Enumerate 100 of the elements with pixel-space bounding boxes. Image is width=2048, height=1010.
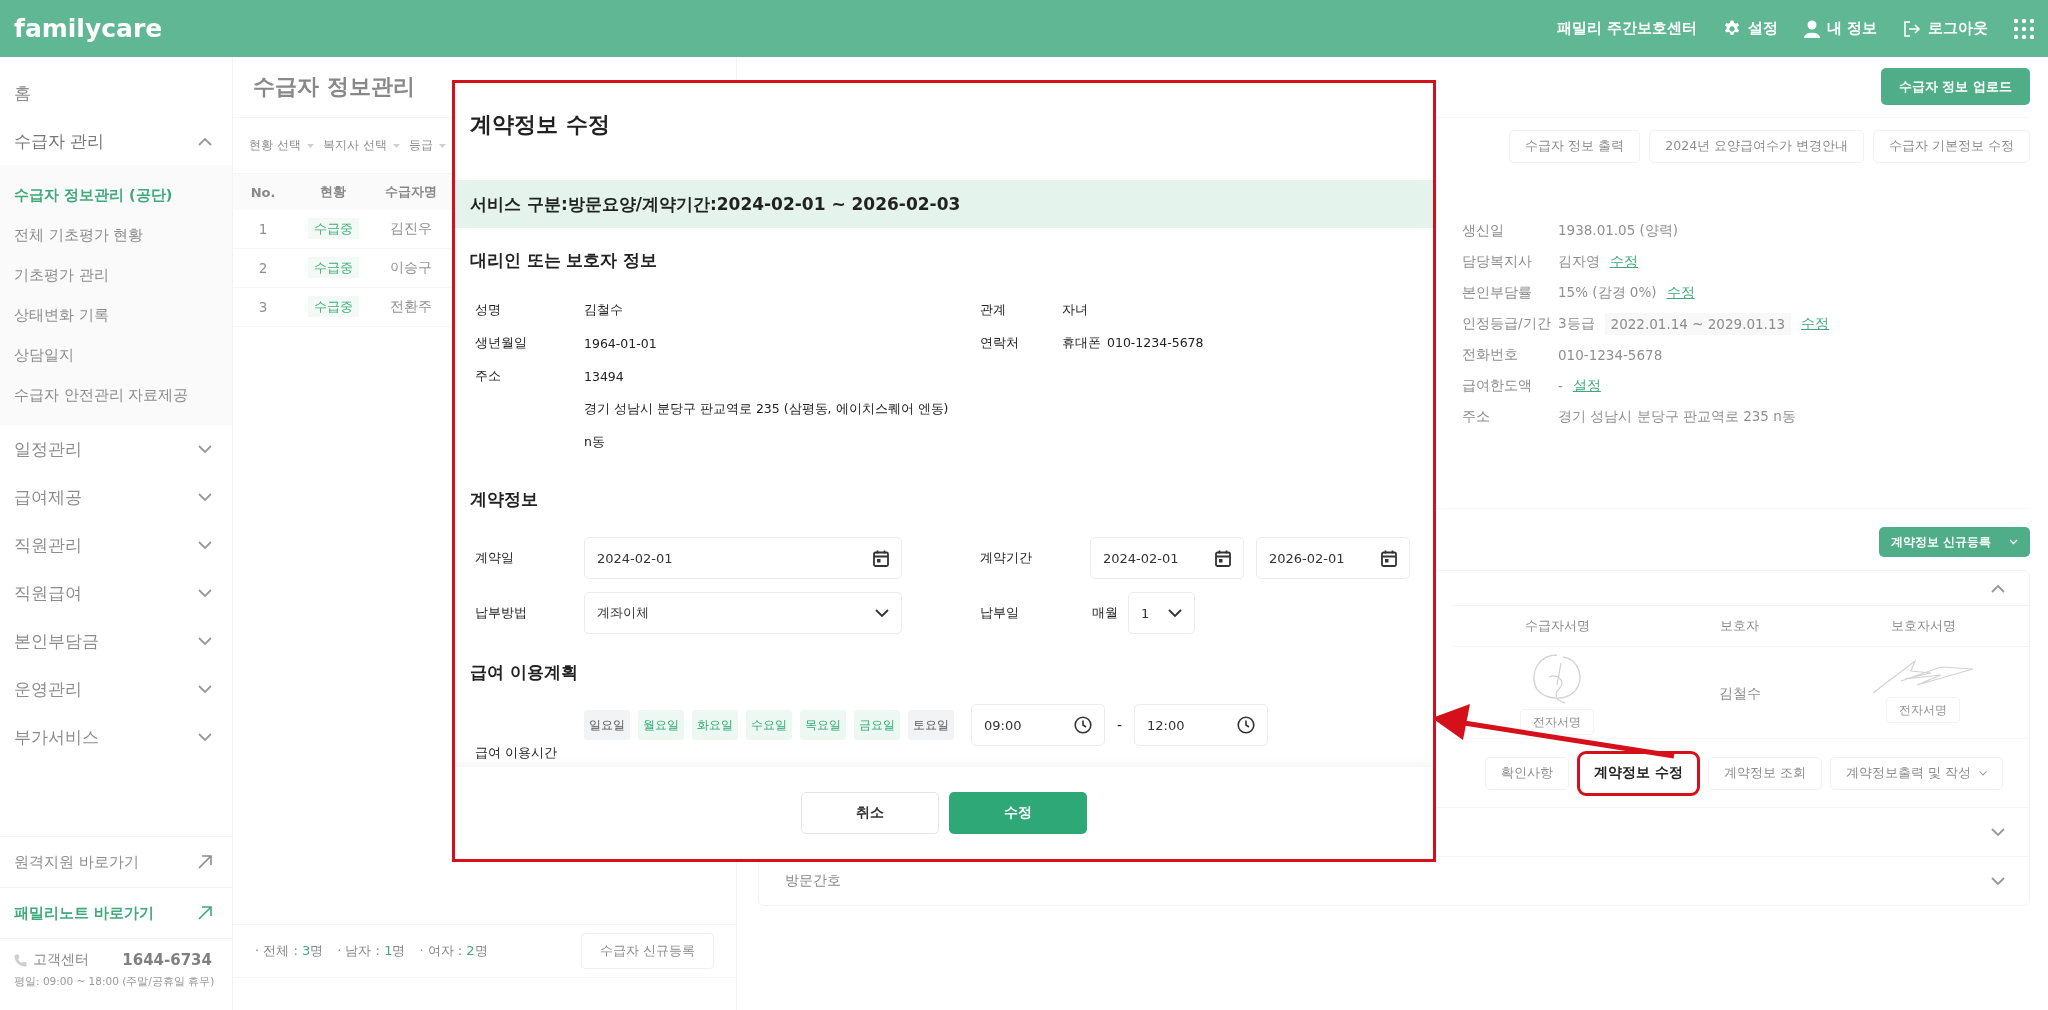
edit-link[interactable]: 수정 — [1610, 252, 1638, 271]
support-hours: 평일: 09:00 ~ 18:00 (주말/공휴일 휴무) — [14, 975, 216, 989]
nav-subitem[interactable]: 수급자 정보관리 (공단) — [0, 175, 232, 215]
e-signature-button[interactable]: 전자서명 — [1886, 697, 1960, 723]
nav-item[interactable]: 홈 — [0, 69, 232, 117]
nav-group[interactable]: 일정관리 — [0, 425, 232, 473]
info-label: 생신일 — [1462, 221, 1505, 240]
dropdown-button[interactable]: 계약정보출력 및 작성 — [1830, 756, 2003, 790]
support-phone: 1644-6734 — [122, 951, 212, 969]
e-signature-button[interactable]: 전자서명 — [1520, 709, 1594, 735]
caret-down-icon — [392, 143, 400, 148]
header-link[interactable]: 내 정보 — [1803, 19, 1877, 38]
nav-group[interactable]: 본인부담금 — [0, 617, 232, 665]
info-value: 3등급 — [1558, 314, 1595, 333]
field-value: 13494 — [584, 369, 624, 384]
calendar-icon[interactable] — [1215, 549, 1231, 567]
day-chip[interactable]: 일요일 — [584, 710, 630, 740]
clock-icon[interactable] — [1237, 716, 1256, 734]
field-value: 1964-01-01 — [584, 336, 658, 351]
nav-group[interactable]: 수급자 관리 — [0, 117, 232, 165]
day-chip[interactable]: 수요일 — [746, 710, 792, 740]
shortcut-link[interactable]: 원격지원 바로가기 — [0, 836, 232, 887]
external-arrow-icon — [198, 906, 212, 920]
nav-subitem[interactable]: 전체 기초평가 현황 — [0, 215, 232, 255]
info-label: 담당복지사 — [1462, 252, 1533, 271]
chevron-down-icon — [1991, 827, 2005, 837]
chevron-up-icon — [198, 136, 212, 146]
info-value: 경기 성남시 분당구 판교역로 235 n동 — [1558, 407, 1796, 426]
day-chip[interactable]: 월요일 — [638, 710, 684, 740]
phone-type: 휴대폰 — [1062, 335, 1101, 352]
calendar-icon[interactable] — [873, 549, 889, 567]
nav-subitem[interactable]: 기초평가 관리 — [0, 255, 232, 295]
header-link[interactable]: 로그아웃 — [1903, 19, 1988, 38]
nav-subitem[interactable]: 상태변화 기록 — [0, 295, 232, 335]
edit-link[interactable]: 수정 — [1666, 283, 1695, 302]
field-value: 김철수 — [584, 302, 624, 319]
section-title: 급여 이용계획 — [469, 662, 579, 684]
calendar-icon[interactable] — [1381, 549, 1397, 567]
day-chip[interactable]: 화요일 — [692, 710, 738, 740]
info-value: - — [1558, 377, 1563, 394]
register-button[interactable]: 수급자 신규등록 — [581, 933, 714, 969]
user-icon — [1803, 19, 1820, 38]
table-cell-text: 3 — [257, 299, 269, 315]
logo[interactable]: familycare — [14, 14, 163, 43]
field-value: 자녀 — [1062, 302, 1088, 319]
cancel-button[interactable]: 취소 — [801, 792, 939, 834]
time-field[interactable]: 09:00 — [971, 704, 1105, 746]
nav-group[interactable]: 직원관리 — [0, 521, 232, 569]
header-link[interactable]: 설정 — [1722, 19, 1778, 38]
field-label: 연락처 — [980, 335, 1019, 350]
date-field[interactable]: 2024-02-01 — [584, 537, 902, 579]
field-value: n동 — [584, 434, 605, 449]
filter-dropdown[interactable]: 현황 선택 — [249, 137, 314, 154]
day-chip[interactable]: 금요일 — [854, 710, 900, 740]
select-field[interactable]: 계좌이체 — [584, 592, 902, 634]
nav-group[interactable]: 직원급여 — [0, 569, 232, 617]
day-chip[interactable]: 토요일 — [908, 710, 954, 740]
action-button[interactable]: 계약정보 조회 — [1708, 756, 1823, 790]
select-field[interactable]: 1 — [1128, 592, 1195, 634]
support-label: 고객센터 — [33, 951, 89, 969]
action-button[interactable]: 수급자 정보 출력 — [1509, 130, 1641, 163]
info-value: 010-1234-5678 — [1558, 346, 1663, 363]
info-label: 급여한도액 — [1462, 376, 1533, 395]
range-separator: - — [1117, 717, 1123, 733]
edit-link[interactable]: 수정 — [1801, 314, 1830, 333]
chevron-down-icon — [198, 588, 212, 598]
settings-icon — [1722, 19, 1741, 38]
nav-group[interactable]: 급여제공 — [0, 473, 232, 521]
filter-dropdown[interactable]: 등급 — [408, 137, 446, 154]
time-field[interactable]: 12:00 — [1134, 704, 1269, 746]
status-tag: 수급중 — [307, 296, 359, 317]
filter-dropdown[interactable]: 복지사 선택 — [322, 137, 400, 154]
table-cell-text: 김진우 — [389, 220, 433, 238]
submit-button[interactable]: 수정 — [949, 792, 1087, 834]
caret-down-icon — [438, 143, 446, 148]
date-field[interactable]: 2024-02-01 — [1090, 537, 1244, 579]
action-button[interactable]: 수급자 기본정보 수정 — [1873, 130, 2030, 163]
caret-down-icon — [2009, 539, 2018, 545]
status-tag: 수급중 — [307, 218, 359, 239]
shortcut-link[interactable]: 패밀리노트 바로가기 — [0, 887, 232, 938]
field-prefix: 매월 — [1092, 604, 1118, 622]
day-chip[interactable]: 목요일 — [800, 710, 846, 740]
action-button[interactable]: 2024년 요양급여수가 변경안내 — [1649, 130, 1865, 163]
nav-subitem[interactable]: 수급자 안전관리 자료제공 — [0, 375, 232, 415]
section-title: 대리인 또는 보호자 정보 — [469, 250, 659, 272]
action-button[interactable]: 확인사항 — [1485, 756, 1570, 790]
nav-subitem[interactable]: 상담일지 — [0, 335, 232, 375]
nav-group[interactable]: 운영관리 — [0, 665, 232, 713]
date-field[interactable]: 2026-02-01 — [1256, 537, 1410, 579]
new-contract-button[interactable]: 계약정보 신규등록 — [1879, 527, 2030, 557]
nav-group[interactable]: 부가서비스 — [0, 713, 232, 761]
service-banner: 서비스 구분:방문요양/계약기간:2024-02-01 ~ 2026-02-03 — [455, 180, 1433, 228]
chevron-down-icon — [198, 684, 212, 694]
clock-icon[interactable] — [1074, 716, 1092, 734]
section-label: 방문간호 — [785, 872, 841, 890]
edit-link[interactable]: 설정 — [1572, 376, 1601, 395]
column-header: 수급자서명 — [1452, 605, 1662, 647]
upload-button[interactable]: 수급자 정보 업로드 — [1880, 68, 2030, 105]
action-button[interactable]: 계약정보 수정 — [1577, 750, 1701, 796]
field-label: 계약일 — [475, 549, 515, 567]
